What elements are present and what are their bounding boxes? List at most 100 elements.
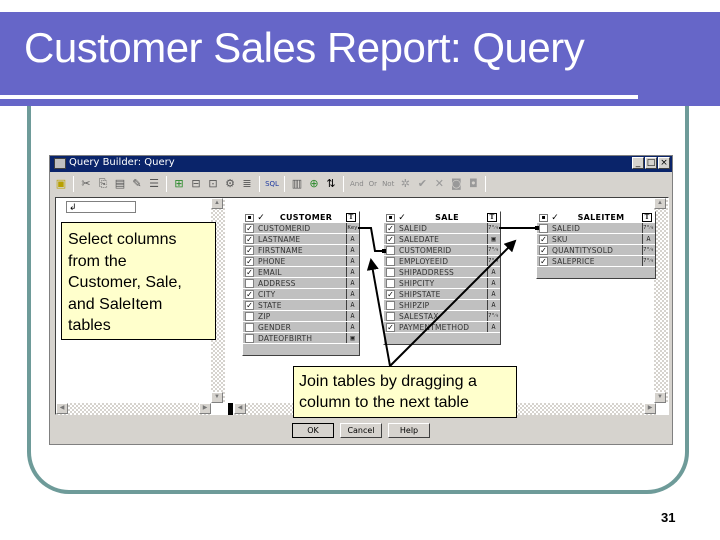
add-column-icon[interactable]: ▥ [290,177,304,191]
select-all-icon[interactable]: ▪ [539,213,548,222]
right-vertical-scrollbar[interactable]: ▲ ▼ [654,198,668,403]
window-titlebar[interactable]: Query Builder: Query _ □ × [50,156,672,172]
clear-icon[interactable]: ◘ [466,177,480,191]
save-icon[interactable]: ▣ [54,177,68,191]
scroll-right-button[interactable]: ▶ [199,403,211,414]
table-column-row[interactable]: ✓ EMAIL A [243,267,359,278]
left-horizontal-scrollbar[interactable]: ◀ ▶ [56,403,211,415]
sort-icon[interactable]: ≣ [240,177,254,191]
cut-icon[interactable]: ✂ [79,177,93,191]
not-button[interactable]: Not [381,177,395,191]
format-painter-icon[interactable]: ✎ [130,177,144,191]
column-checkbox[interactable]: ✓ [386,223,395,233]
table-column-row[interactable]: CUSTOMERID 7⁰⁄₉ [384,245,500,256]
saleitem-table[interactable]: ▪ ✓ SALEITEM T SALEID 7⁰⁄₉ ✓ SKU A ✓ QUANTITYSOLD 7… [536,211,656,279]
column-checkbox[interactable]: ✓ [386,322,395,332]
column-checkbox[interactable]: ✓ [245,267,254,277]
column-checkbox[interactable]: ✓ [539,245,548,255]
column-checkbox[interactable] [245,278,254,288]
and-button[interactable]: And [349,177,365,191]
column-checkbox[interactable] [386,300,395,310]
splitter-handle[interactable] [228,403,233,415]
column-checkbox[interactable]: ✓ [386,289,395,299]
table-column-row[interactable]: ZIP A [243,311,359,322]
table-column-row[interactable]: ✓ PAYMENTMETHOD A [384,322,500,333]
table-column-row[interactable]: ✓ SALEID 7⁰⁄₉ [384,223,500,234]
table-header[interactable]: ▪ ✓ CUSTOMER T [243,212,359,223]
table-column-row[interactable]: ✓ SHIPSTATE A [384,289,500,300]
column-checkbox[interactable]: ✓ [245,234,254,244]
table-column-row[interactable]: ✓ SALEDATE ▣ [384,234,500,245]
help-button[interactable]: Help [388,423,430,438]
wildcard-icon[interactable]: ✲ [398,177,412,191]
table-column-row[interactable]: ✓ CITY A [243,289,359,300]
scroll-down-button[interactable]: ▼ [211,392,223,403]
column-checkbox[interactable] [386,267,395,277]
table-column-row[interactable]: ✓ SALEPRICE 7⁰⁄₉ [537,256,655,267]
column-checkbox[interactable]: ✓ [245,223,254,233]
scroll-up-button[interactable]: ▲ [211,198,223,209]
close-button[interactable]: × [658,157,670,169]
column-checkbox[interactable] [386,245,395,255]
check-icon[interactable]: ✔ [415,177,429,191]
table-column-row[interactable]: ✓ QUANTITYSOLD 7⁰⁄₉ [537,245,655,256]
sort-order-icon[interactable]: ⇅ [324,177,338,191]
column-checkbox[interactable]: ✓ [386,234,395,244]
scroll-left-button[interactable]: ◀ [56,403,68,414]
remove-table-icon[interactable]: ⊟ [189,177,203,191]
table-header[interactable]: ▪ ✓ SALEITEM T [537,212,655,223]
table-column-row[interactable]: SHIPADDRESS A [384,267,500,278]
table-column-row[interactable]: SHIPZIP A [384,300,500,311]
table-column-row[interactable]: SALESTAX 7⁰⁄₉ [384,311,500,322]
column-checkbox[interactable]: ✓ [245,300,254,310]
column-checkbox[interactable]: ✓ [539,256,548,266]
maximize-button[interactable]: □ [645,157,657,169]
add-criteria-icon[interactable]: ⊡ [206,177,220,191]
table-column-row[interactable]: SHIPCITY A [384,278,500,289]
customer-table[interactable]: ▪ ✓ CUSTOMER T ✓ CUSTOMERID Key ✓ LASTNAME A ✓ FIRS… [242,211,360,356]
minimize-button[interactable]: _ [632,157,644,169]
table-column-row[interactable]: ✓ CUSTOMERID Key [243,223,359,234]
scroll-left-button[interactable]: ◀ [234,403,246,414]
table-column-row[interactable]: ✓ FIRSTNAME A [243,245,359,256]
table-column-row[interactable]: ✓ PHONE A [243,256,359,267]
table-column-row[interactable]: ✓ SKU A [537,234,655,245]
column-checkbox[interactable] [386,256,395,266]
column-checkbox[interactable]: ✓ [245,245,254,255]
scroll-up-button[interactable]: ▲ [654,198,666,209]
run-icon[interactable]: ◙ [449,177,463,191]
ok-button[interactable]: OK [292,423,334,438]
table-column-row[interactable]: ✓ LASTNAME A [243,234,359,245]
add-table-icon[interactable]: ⊞ [172,177,186,191]
scroll-down-button[interactable]: ▼ [654,392,666,403]
add-expression-icon[interactable]: ⊕ [307,177,321,191]
column-checkbox[interactable] [386,278,395,288]
column-checkbox[interactable]: ✓ [539,234,548,244]
delete-icon[interactable]: ✕ [432,177,446,191]
table-column-row[interactable]: GENDER A [243,322,359,333]
column-checkbox[interactable] [245,311,254,321]
column-checkbox[interactable]: ✓ [245,256,254,266]
select-all-icon[interactable]: ▪ [386,213,395,222]
paste-icon[interactable]: ▤ [113,177,127,191]
column-checkbox[interactable] [245,322,254,332]
column-checkbox[interactable]: ✓ [245,289,254,299]
copy-icon[interactable]: ⎘ [96,177,110,191]
column-checkbox[interactable] [245,333,254,343]
table-column-row[interactable]: ADDRESS A [243,278,359,289]
table-column-row[interactable]: SALEID 7⁰⁄₉ [537,223,655,234]
group-icon[interactable]: ⚙ [223,177,237,191]
sale-table[interactable]: ▪ ✓ SALE T ✓ SALEID 7⁰⁄₉ ✓ SALEDATE ▣ CUSTOMERID 7⁰… [383,211,501,345]
scroll-right-button[interactable]: ▶ [644,403,656,414]
select-all-icon[interactable]: ▪ [245,213,254,222]
table-header[interactable]: ▪ ✓ SALE T [384,212,500,223]
table-column-row[interactable]: EMPLOYEEID 7⁰⁄₉ [384,256,500,267]
properties-icon[interactable]: ☰ [147,177,161,191]
cancel-button[interactable]: Cancel [340,423,382,438]
column-checkbox[interactable] [386,311,395,321]
or-button[interactable]: Or [368,177,378,191]
column-checkbox[interactable] [539,223,548,233]
table-column-row[interactable]: ✓ STATE A [243,300,359,311]
criteria-input[interactable]: ↲ [66,201,136,213]
sql-view-icon[interactable]: SQL [265,177,279,191]
